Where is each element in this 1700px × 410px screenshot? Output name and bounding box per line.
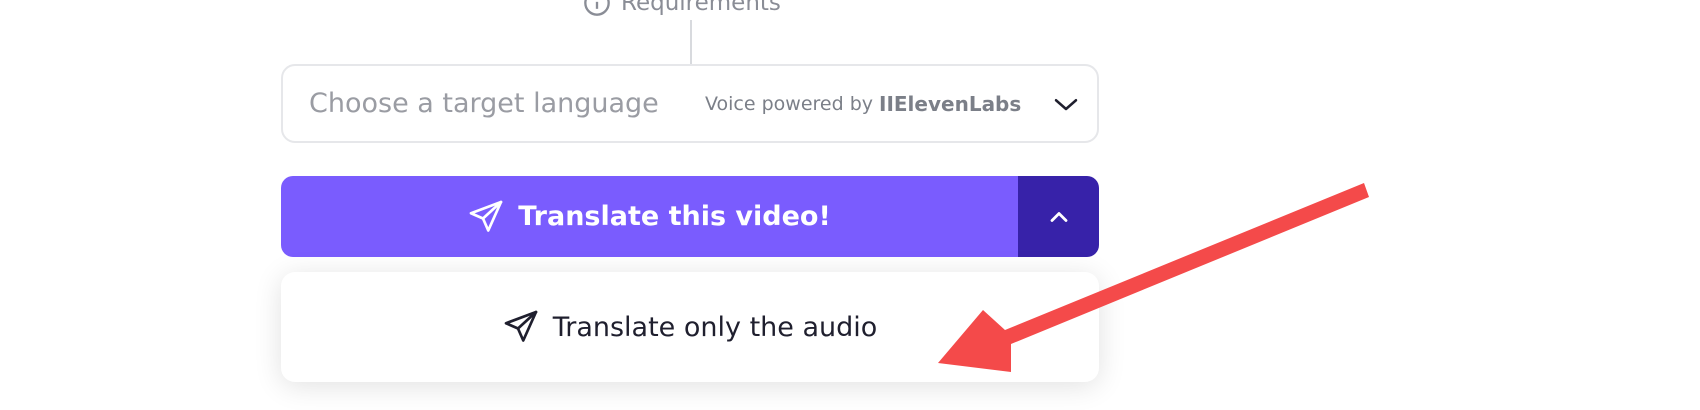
- annotation-arrow-shape: [938, 183, 1369, 372]
- annotation-arrow: [938, 183, 1369, 372]
